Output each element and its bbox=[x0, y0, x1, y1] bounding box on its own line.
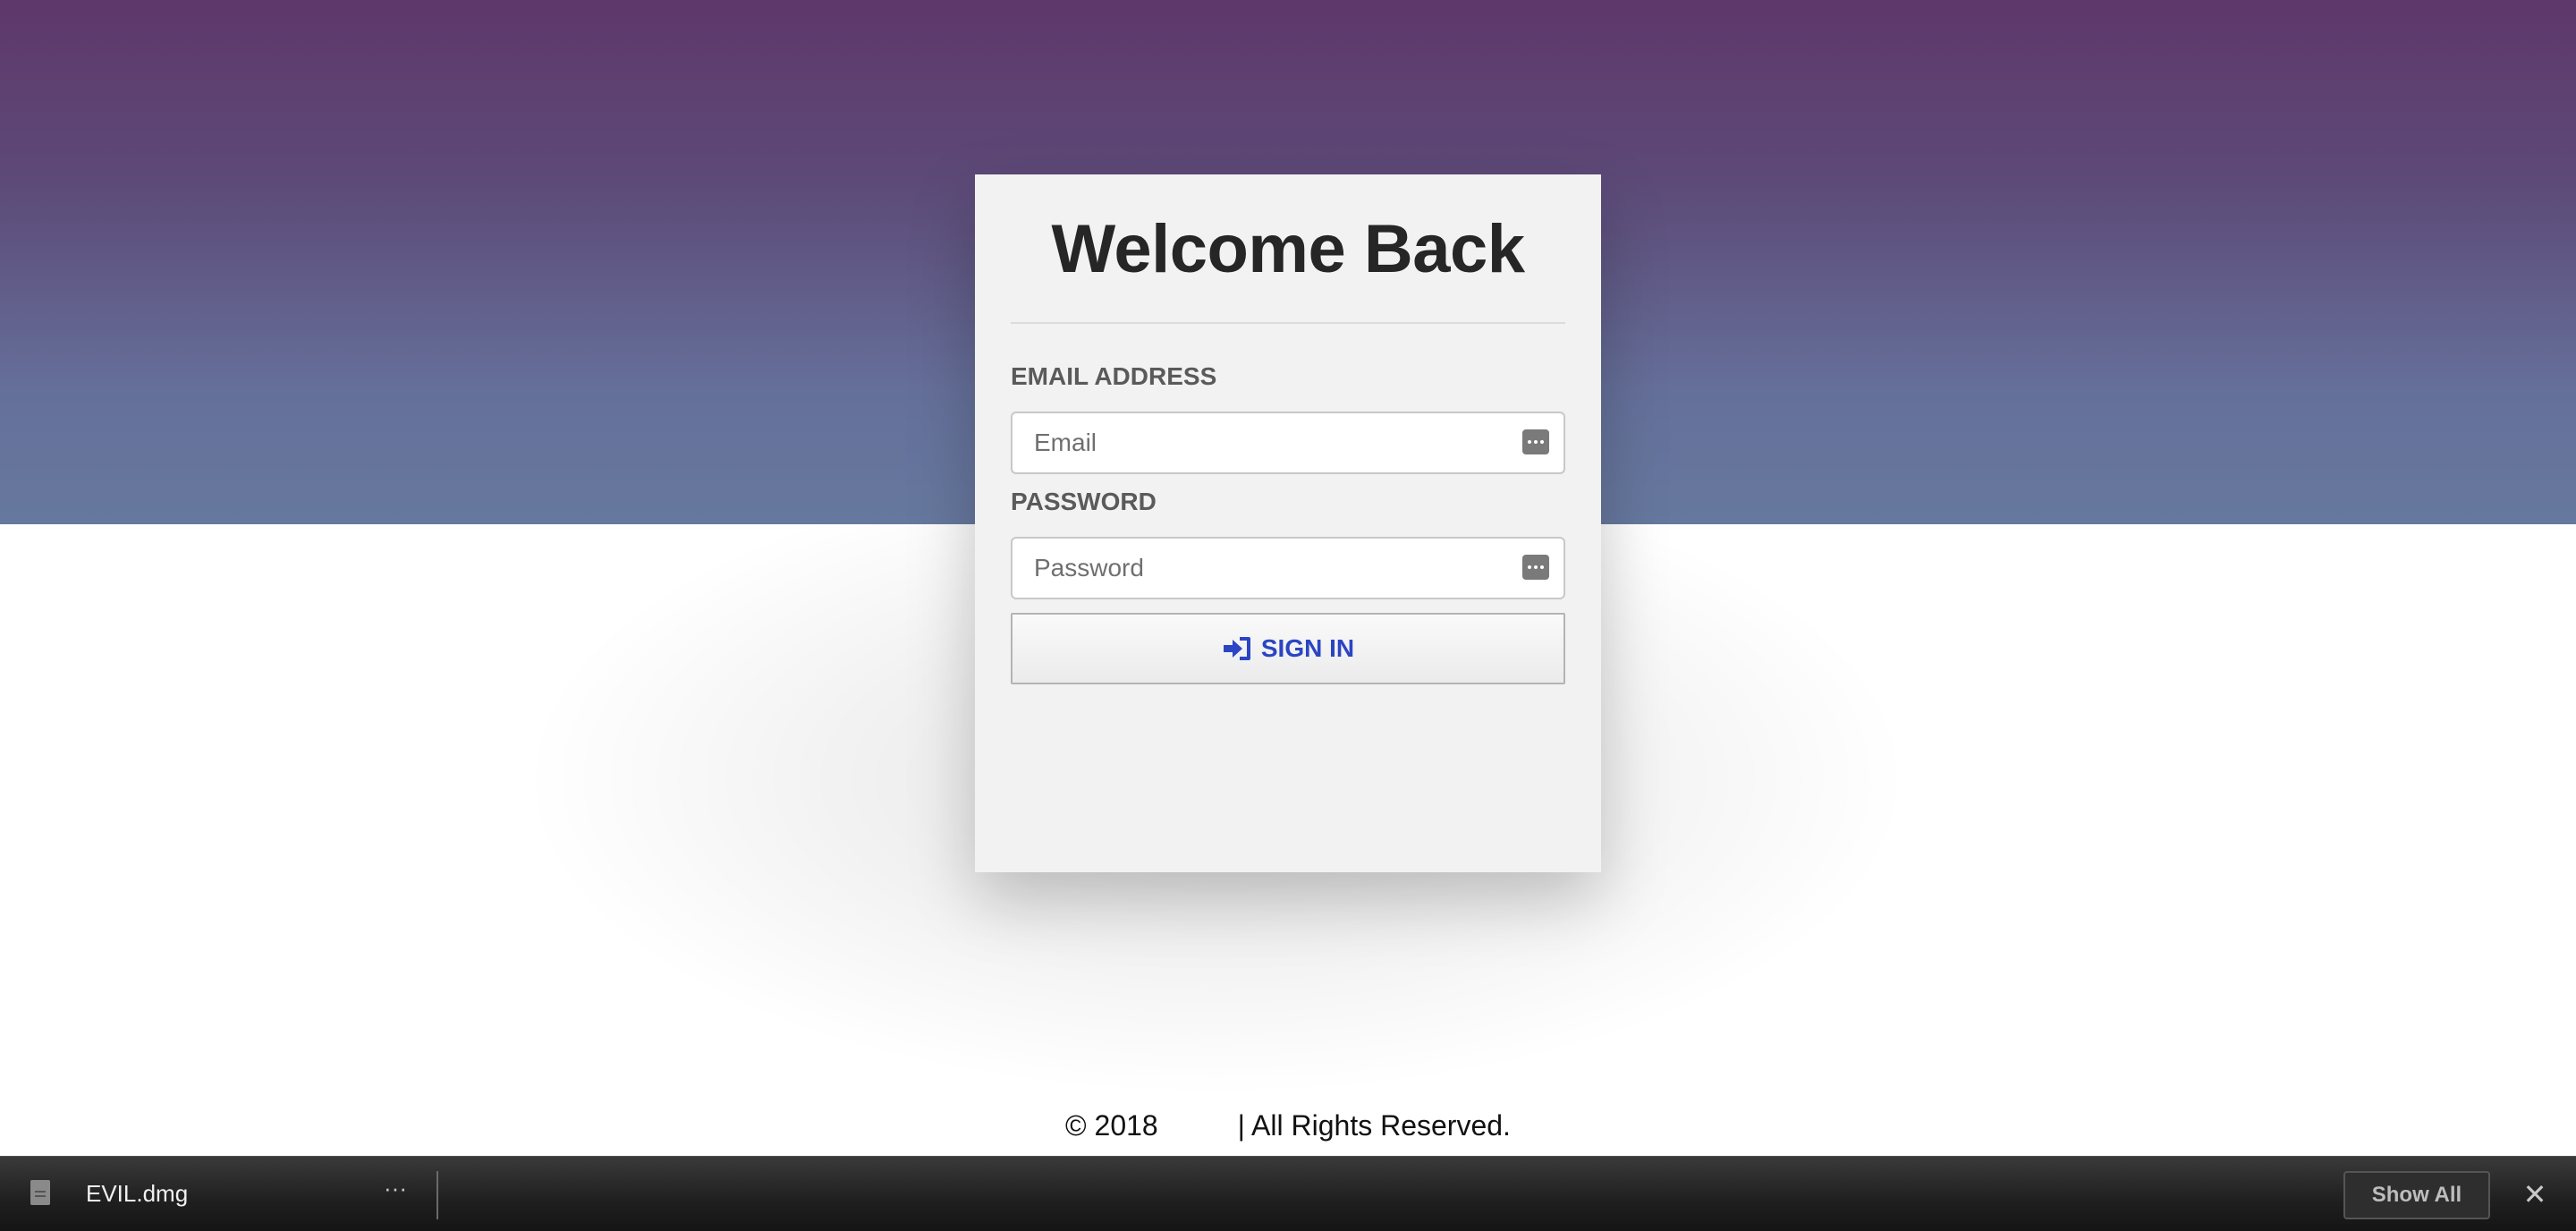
login-card: Welcome Back EMAIL ADDRESS PASSWORD SIGN… bbox=[975, 174, 1601, 872]
password-manager-key-icon[interactable] bbox=[1522, 555, 1549, 580]
password-manager-key-icon[interactable] bbox=[1522, 429, 1549, 454]
password-input[interactable] bbox=[1013, 539, 1513, 598]
login-page: Welcome Back EMAIL ADDRESS PASSWORD SIGN… bbox=[0, 0, 2576, 1231]
footer-rights: | All Rights Reserved. bbox=[1237, 1109, 1511, 1142]
show-all-button[interactable]: Show All bbox=[2343, 1171, 2490, 1219]
sign-in-label: SIGN IN bbox=[1260, 634, 1355, 662]
footer-gap bbox=[1158, 1109, 1238, 1142]
sign-in-button[interactable]: SIGN IN bbox=[1011, 613, 1565, 684]
footer-copyright: © 2018 bbox=[1065, 1109, 1158, 1142]
email-input[interactable] bbox=[1013, 413, 1513, 472]
email-field-wrapper bbox=[1011, 412, 1565, 474]
close-icon[interactable]: ✕ bbox=[2519, 1175, 2551, 1214]
password-field-wrapper bbox=[1011, 537, 1565, 599]
download-file-name[interactable]: EVIL.dmg bbox=[86, 1180, 188, 1208]
sign-in-icon bbox=[1223, 637, 1250, 660]
download-bar: EVIL.dmg ··· Show All ✕ bbox=[0, 1156, 2576, 1231]
more-options-button[interactable]: ··· bbox=[379, 1175, 411, 1207]
download-separator bbox=[436, 1171, 438, 1219]
password-label: PASSWORD bbox=[1011, 488, 1157, 515]
card-title: Welcome Back bbox=[1051, 211, 1525, 287]
title-divider bbox=[1011, 322, 1565, 324]
footer: © 2018 | All Rights Reserved. bbox=[0, 1109, 2576, 1142]
document-icon bbox=[30, 1180, 50, 1205]
email-label: EMAIL ADDRESS bbox=[1011, 362, 1217, 390]
